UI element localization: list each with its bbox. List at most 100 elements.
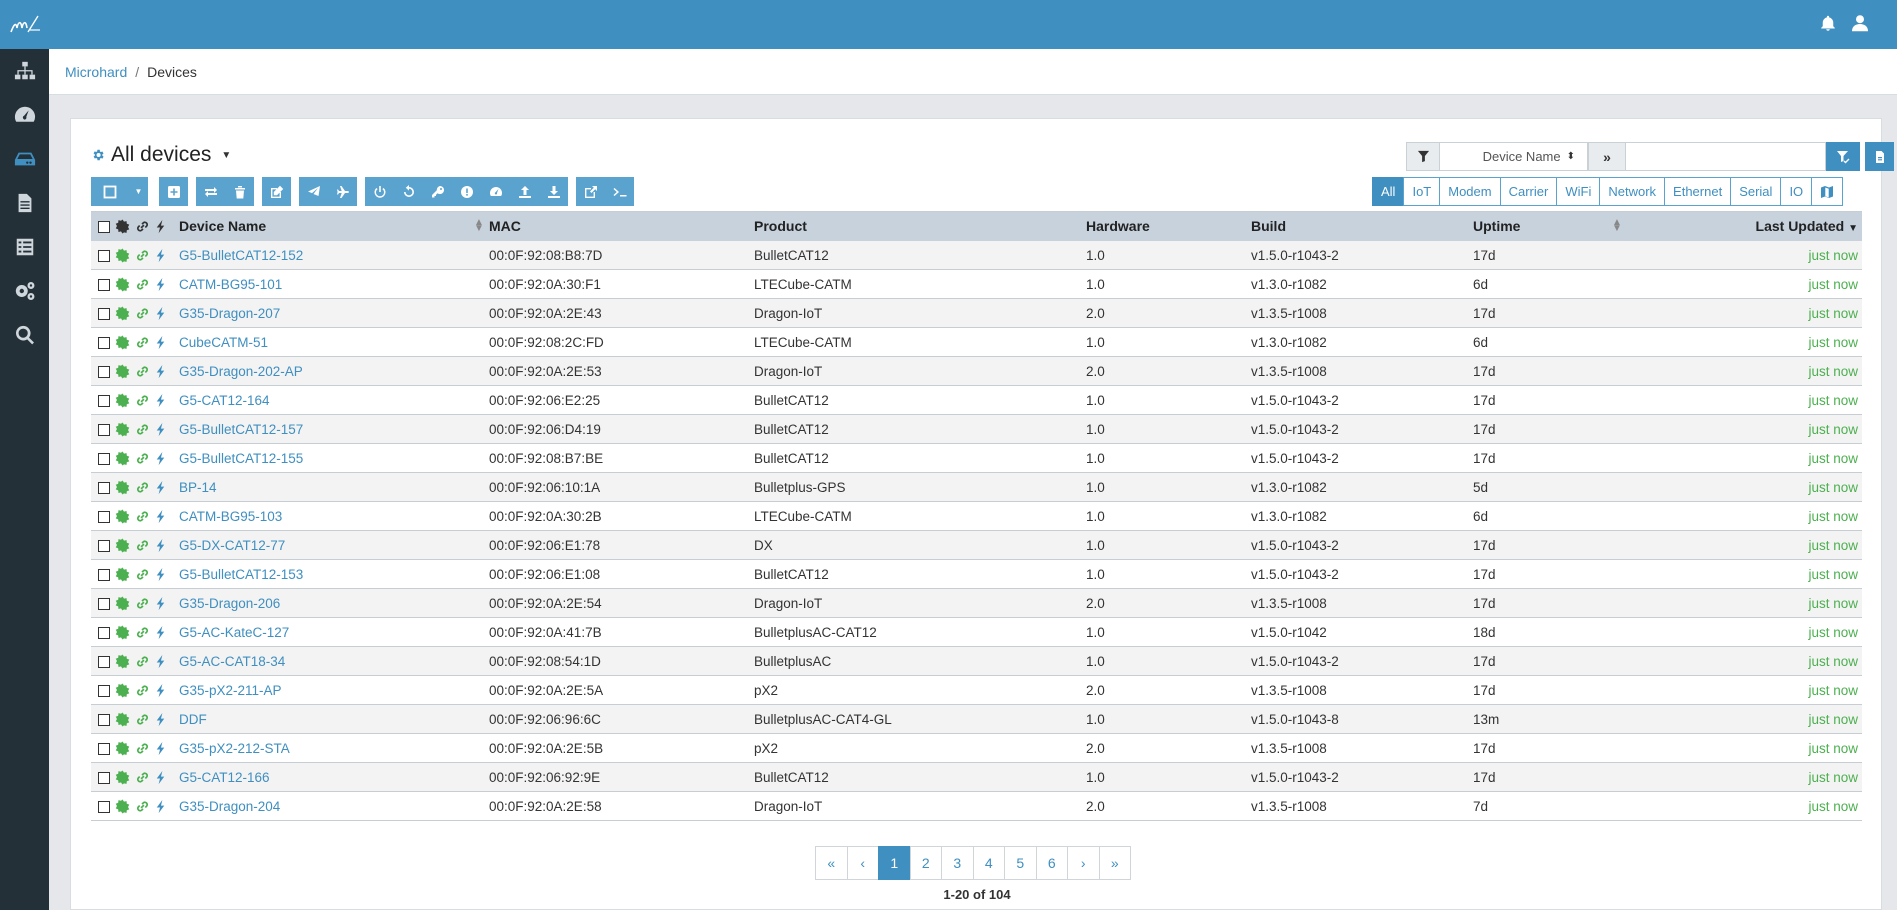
tab-serial[interactable]: Serial [1730, 177, 1782, 206]
table-row[interactable]: G5-CAT12-164 00:0F:92:06:E2:25 BulletCAT12… [91, 386, 1862, 415]
link-icon[interactable] [135, 393, 150, 408]
device-name-link[interactable]: G35-pX2-211-AP [179, 683, 282, 698]
table-row[interactable]: G35-pX2-211-AP 00:0F:92:0A:2E:5A pX2 2.0 v1.… [91, 676, 1862, 705]
reboot-button[interactable] [394, 177, 423, 206]
column-header-uptime[interactable]: Uptime [1473, 212, 1520, 241]
link-icon[interactable] [135, 799, 150, 814]
row-checkbox[interactable] [98, 743, 110, 755]
device-name-link[interactable]: DDF [179, 712, 207, 727]
row-checkbox[interactable] [98, 395, 110, 407]
table-row[interactable]: DDF 00:0F:92:06:96:6C BulletplusAC-CAT4-GL… [91, 705, 1862, 734]
select-all-checkbox[interactable] [98, 221, 110, 233]
device-name-link[interactable]: G5-CAT12-164 [179, 393, 270, 408]
link-icon[interactable] [135, 480, 150, 495]
link-icon[interactable] [135, 538, 150, 553]
add-device-button[interactable] [159, 177, 188, 206]
device-name-link[interactable]: G35-Dragon-204 [179, 799, 280, 814]
pagination-prev-button[interactable]: ‹ [846, 846, 879, 880]
table-row[interactable]: CATM-BG95-101 00:0F:92:0A:30:F1 LTECube-CA… [91, 270, 1862, 299]
table-row[interactable]: G35-Dragon-207 00:0F:92:0A:2E:43 Dragon-Io… [91, 299, 1862, 328]
sidebar-item-settings[interactable] [0, 269, 49, 313]
breadcrumb-root-link[interactable]: Microhard [65, 64, 127, 80]
upload-button[interactable] [510, 177, 539, 206]
pagination-page-2[interactable]: 2 [909, 846, 942, 880]
table-row[interactable]: BP-14 00:0F:92:06:10:1A Bulletplus-GPS 1.0 v… [91, 473, 1862, 502]
transfer-button[interactable] [196, 177, 225, 206]
export-button[interactable] [1865, 142, 1894, 171]
link-icon[interactable] [135, 654, 150, 669]
column-header-mac[interactable]: MAC [489, 212, 521, 241]
pagination-page-3[interactable]: 3 [941, 846, 974, 880]
pagination-next-button[interactable]: › [1067, 846, 1100, 880]
link-icon[interactable] [135, 277, 150, 292]
table-row[interactable]: CATM-BG95-103 00:0F:92:0A:30:2B LTECube-CA… [91, 502, 1862, 531]
column-header-product[interactable]: Product [754, 212, 807, 241]
row-checkbox[interactable] [98, 308, 110, 320]
row-checkbox[interactable] [98, 453, 110, 465]
brand-logo[interactable] [8, 10, 42, 38]
tab-all[interactable]: All [1372, 177, 1405, 206]
row-checkbox[interactable] [98, 598, 110, 610]
edit-button[interactable] [262, 177, 291, 206]
device-name-link[interactable]: G5-CAT12-166 [179, 770, 270, 785]
sort-icon[interactable]: ▲ ▼ [474, 218, 484, 234]
device-name-link[interactable]: G5-BulletCAT12-152 [179, 248, 303, 263]
column-header-device-name[interactable]: Device Name [179, 212, 266, 241]
link-icon[interactable] [135, 335, 150, 350]
device-name-link[interactable]: G35-pX2-212-STA [179, 741, 290, 756]
table-row[interactable]: G5-BulletCAT12-153 00:0F:92:06:E1:08 Bulle… [91, 560, 1862, 589]
select-all-button[interactable] [91, 177, 129, 206]
table-row[interactable]: CubeCATM-51 00:0F:92:08:2C:FD LTECube-CATM… [91, 328, 1862, 357]
apply-filter-button[interactable] [1826, 142, 1860, 171]
link-icon[interactable] [135, 596, 150, 611]
tab-wifi[interactable]: WiFi [1556, 177, 1601, 206]
pagination-last-button[interactable]: » [1098, 846, 1131, 880]
speedtest-button[interactable] [481, 177, 510, 206]
table-row[interactable]: G35-Dragon-206 00:0F:92:0A:2E:54 Dragon-Io… [91, 589, 1862, 618]
row-checkbox[interactable] [98, 569, 110, 581]
tab-modem[interactable]: Modem [1439, 177, 1501, 206]
device-name-link[interactable]: G5-AC-CAT18-34 [179, 654, 285, 669]
row-checkbox[interactable] [98, 656, 110, 668]
row-checkbox[interactable] [98, 366, 110, 378]
tab-io[interactable]: IO [1780, 177, 1813, 206]
row-checkbox[interactable] [98, 482, 110, 494]
link-icon[interactable] [135, 451, 150, 466]
sidebar-item-devices[interactable] [0, 137, 49, 181]
sort-icon[interactable]: ▲ ▼ [1612, 218, 1622, 234]
row-checkbox[interactable] [98, 250, 110, 262]
open-external-button[interactable] [576, 177, 605, 206]
row-checkbox[interactable] [98, 801, 110, 813]
device-name-link[interactable]: G5-BulletCAT12-157 [179, 422, 303, 437]
table-row[interactable]: G5-AC-KateC-127 00:0F:92:0A:41:7B Bulletpl… [91, 618, 1862, 647]
row-checkbox[interactable] [98, 424, 110, 436]
send-button[interactable] [299, 177, 328, 206]
row-checkbox[interactable] [98, 511, 110, 523]
pagination-page-4[interactable]: 4 [972, 846, 1005, 880]
pagination-page-1[interactable]: 1 [878, 846, 911, 880]
link-icon[interactable] [135, 712, 150, 727]
bell-icon[interactable] [1816, 12, 1840, 36]
filter-field-select[interactable]: Device Name ⬍ [1440, 142, 1588, 171]
device-name-link[interactable]: G5-BulletCAT12-153 [179, 567, 303, 582]
link-icon[interactable] [135, 422, 150, 437]
sidebar-item-dashboard[interactable] [0, 93, 49, 137]
table-row[interactable]: G5-CAT12-166 00:0F:92:06:92:9E BulletCAT12… [91, 763, 1862, 792]
user-icon[interactable] [1848, 12, 1872, 36]
select-dropdown-button[interactable]: ▼ [129, 177, 148, 206]
tab-map[interactable] [1811, 177, 1844, 206]
sidebar-item-documents[interactable] [0, 181, 49, 225]
link-icon[interactable] [135, 509, 150, 524]
device-name-link[interactable]: CubeCATM-51 [179, 335, 268, 350]
filter-toggle[interactable] [1406, 142, 1440, 171]
table-row[interactable]: G5-BulletCAT12-155 00:0F:92:08:B7:BE Bulle… [91, 444, 1862, 473]
device-name-link[interactable]: CATM-BG95-103 [179, 509, 282, 524]
link-icon[interactable] [135, 770, 150, 785]
table-row[interactable]: G5-DX-CAT12-77 00:0F:92:06:E1:78 DX 1.0 v1.5… [91, 531, 1862, 560]
pagination-first-button[interactable]: « [815, 846, 848, 880]
terminal-button[interactable] [605, 177, 634, 206]
row-checkbox[interactable] [98, 772, 110, 784]
row-checkbox[interactable] [98, 540, 110, 552]
table-row[interactable]: G35-Dragon-202-AP 00:0F:92:0A:2E:53 Dragon… [91, 357, 1862, 386]
download-button[interactable] [539, 177, 568, 206]
